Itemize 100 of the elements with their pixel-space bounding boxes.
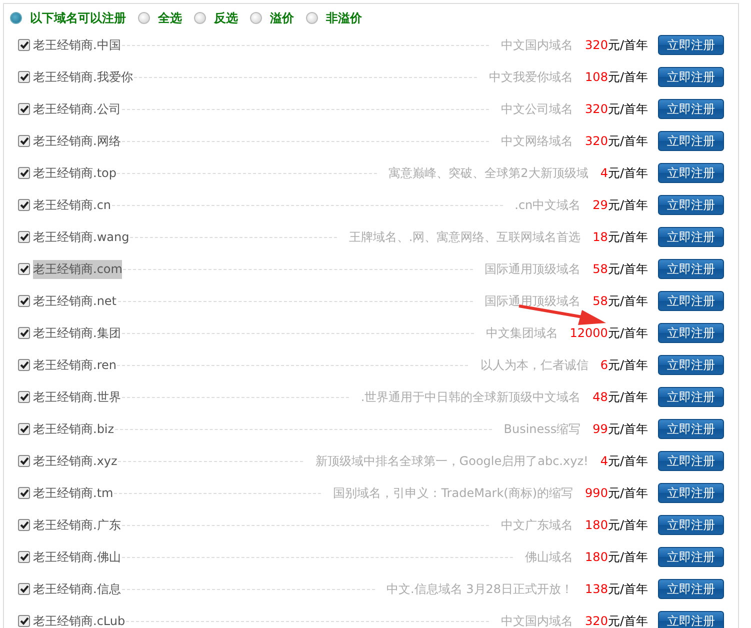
domain-description: 中文集团域名 (486, 324, 558, 342)
domain-name: 老王经销商.集团 (33, 324, 121, 342)
price-text: 29元/首年 (592, 196, 648, 214)
price-text: 180元/首年 (585, 548, 648, 566)
price-text: 12000元/首年 (570, 324, 648, 342)
domain-description: .cn中文域名 (514, 196, 581, 214)
register-button[interactable]: 立即注册 (658, 387, 724, 407)
domain-description: 寓意巅峰、突破、全球第2大新顶级域 (388, 164, 588, 182)
domain-name: 老王经销商.xyz (33, 452, 118, 470)
domain-description: 中文.信息域名 3月28日正式开放！ (386, 580, 574, 598)
domain-name: 老王经销商.网络 (33, 132, 121, 150)
domain-name: 老王经销商.ren (33, 356, 116, 374)
checkbox[interactable] (18, 487, 30, 499)
domain-name: 老王经销商.中国 (33, 36, 121, 54)
register-button[interactable]: 立即注册 (658, 195, 724, 215)
domain-description: 中文网络域名 (501, 132, 574, 150)
register-button[interactable]: 立即注册 (658, 611, 724, 628)
price-text: 180元/首年 (585, 516, 648, 534)
price-text: 99元/首年 (592, 420, 648, 438)
domain-name: 老王经销商.top (33, 164, 116, 182)
domain-name: 老王经销商.信息 (33, 580, 121, 598)
domain-description: 佛山域名 (525, 548, 574, 566)
price-text: 58元/首年 (592, 292, 648, 310)
checkbox[interactable] (18, 615, 30, 627)
price-text: 58元/首年 (592, 260, 648, 278)
domain-name: 老王经销商.tm (33, 484, 114, 502)
price-text: 320元/首年 (585, 36, 648, 54)
checkbox[interactable] (18, 455, 30, 467)
filter-radio[interactable]: 非溢价 (306, 10, 368, 26)
domain-description: 新顶级域中排名全球第一，Google启用了abc.xyz! (315, 452, 588, 470)
domain-name: 老王经销商.wang (33, 228, 130, 246)
domain-name: 老王经销商.net (33, 292, 117, 310)
register-button[interactable]: 立即注册 (658, 291, 724, 311)
register-button[interactable]: 立即注册 (658, 67, 724, 87)
price-text: 18元/首年 (592, 228, 648, 246)
filter-radio[interactable]: 全选 (138, 10, 188, 26)
domain-name: 老王经销商.biz (33, 420, 114, 438)
domain-name: 老王经销商.佛山 (33, 548, 121, 566)
register-button[interactable]: 立即注册 (658, 227, 724, 247)
domain-name: 老王经销商.广东 (33, 516, 121, 534)
register-button[interactable]: 立即注册 (658, 99, 724, 119)
register-button[interactable]: 立即注册 (658, 323, 724, 343)
register-button[interactable]: 立即注册 (658, 355, 724, 375)
register-button[interactable]: 立即注册 (658, 451, 724, 471)
domain-description: 国际通用顶级域名 (484, 292, 581, 310)
register-button[interactable]: 立即注册 (658, 259, 724, 279)
price-text: 108元/首年 (585, 68, 648, 86)
price-text: 320元/首年 (585, 132, 648, 150)
filter-radio[interactable]: 反选 (194, 10, 244, 26)
register-button[interactable]: 立即注册 (658, 35, 724, 55)
price-text: 4元/首年 (600, 164, 648, 182)
price-text: 48元/首年 (592, 388, 648, 406)
filter-radio[interactable]: 溢价 (250, 10, 300, 26)
domain-name: 老王经销商.我爱你 (33, 68, 133, 86)
register-button[interactable]: 立即注册 (658, 515, 724, 535)
register-button[interactable]: 立即注册 (658, 131, 724, 151)
register-button[interactable]: 立即注册 (658, 483, 724, 503)
register-button[interactable]: 立即注册 (658, 163, 724, 183)
domain-description: 中文我爱你域名 (489, 68, 574, 86)
domain-description: 国别域名，引申义：TradeMark(商标)的缩写 (333, 484, 574, 502)
price-text: 990元/首年 (585, 484, 648, 502)
domain-description: .世界通用于中日韩的全球新顶级中文域名 (360, 388, 581, 406)
checkbox[interactable] (18, 135, 30, 147)
checkbox[interactable] (18, 39, 30, 51)
price-text: 320元/首年 (585, 100, 648, 118)
checkbox[interactable] (18, 71, 30, 83)
domain-description: 中文国内域名 (501, 612, 574, 628)
domain-description: Business缩写 (504, 420, 581, 438)
checkbox[interactable] (18, 423, 30, 435)
checkbox[interactable] (18, 263, 30, 275)
domain-description: 国际通用顶级域名 (484, 260, 581, 278)
filter-radio[interactable]: 以下域名可以注册 (10, 10, 132, 26)
checkbox[interactable] (18, 231, 30, 243)
price-text: 6元/首年 (600, 356, 648, 374)
price-text: 320元/首年 (585, 612, 648, 628)
domain-description: 中文公司域名 (501, 100, 574, 118)
checkbox[interactable] (18, 167, 30, 179)
domain-name: 老王经销商.com (33, 260, 122, 278)
register-button[interactable]: 立即注册 (658, 579, 724, 599)
checkbox[interactable] (18, 551, 30, 563)
checkbox[interactable] (18, 519, 30, 531)
checkbox[interactable] (18, 327, 30, 339)
domain-name: 老王经销商.公司 (33, 100, 121, 118)
checkbox[interactable] (18, 391, 30, 403)
price-text: 4元/首年 (600, 452, 648, 470)
domain-description: 王牌域名、.网、寓意网络、互联网域名首选 (348, 228, 581, 246)
domain-description: 中文广东域名 (501, 516, 574, 534)
domain-name: 老王经销商.cn (33, 196, 112, 214)
register-button[interactable]: 立即注册 (658, 419, 724, 439)
domain-description: 中文国内域名 (501, 36, 574, 54)
checkbox[interactable] (18, 359, 30, 371)
checkbox[interactable] (18, 199, 30, 211)
checkbox[interactable] (18, 295, 30, 307)
checkbox[interactable] (18, 583, 30, 595)
register-button[interactable]: 立即注册 (658, 547, 724, 567)
domain-description: 以人为本，仁者诚信 (480, 356, 588, 374)
domain-name: 老王经销商.世界 (33, 388, 121, 406)
price-text: 138元/首年 (585, 580, 648, 598)
checkbox[interactable] (18, 103, 30, 115)
domain-name: 老王经销商.cLub (33, 612, 126, 628)
